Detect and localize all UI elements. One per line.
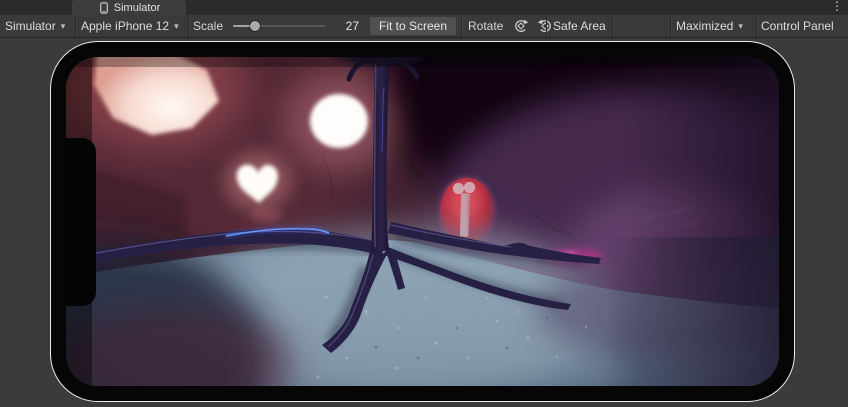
game-scene [66, 57, 779, 386]
simulator-dropdown[interactable]: Simulator [5, 15, 65, 37]
control-panel-button[interactable]: Control Panel [761, 15, 834, 37]
window-mode-dropdown[interactable]: Maximized [676, 15, 743, 37]
phone-frame [50, 41, 795, 402]
phone-screen[interactable] [66, 57, 779, 386]
rotate-label: Rotate [468, 15, 503, 37]
toolbar-separator [670, 15, 671, 37]
scale-slider-thumb[interactable] [250, 21, 260, 31]
tab-simulator-label: Simulator [114, 2, 160, 14]
device-dropdown[interactable]: Apple iPhone 12 [81, 15, 179, 37]
scale-value: 27 [331, 15, 359, 37]
simulator-toolbar: Simulator Apple iPhone 12 Scale 27 Fit t… [0, 15, 848, 38]
tab-simulator[interactable]: Simulator [72, 0, 186, 15]
safe-area-toggle[interactable]: Safe Area [553, 15, 606, 37]
simulator-viewport [0, 38, 848, 407]
toolbar-separator [188, 15, 189, 37]
kebab-menu-icon[interactable] [831, 0, 843, 14]
device-simulator-window: Simulator Simulator Apple iPhone 12 Scal… [0, 0, 848, 407]
tab-bar: Simulator [0, 0, 848, 15]
toolbar-separator [75, 15, 76, 37]
rotate-counterclockwise-icon[interactable] [537, 18, 553, 34]
toolbar-separator [756, 15, 757, 37]
device-simulator-icon [98, 2, 110, 14]
rotate-clockwise-icon[interactable] [513, 18, 529, 34]
toolbar-separator [546, 15, 547, 37]
toolbar-separator [612, 15, 613, 37]
scale-slider[interactable] [233, 15, 325, 37]
device-notch [64, 138, 96, 306]
ground [66, 227, 779, 386]
fit-to-screen-button[interactable]: Fit to Screen [370, 17, 456, 35]
toolbar-separator [461, 15, 462, 37]
scale-label: Scale [193, 15, 223, 37]
